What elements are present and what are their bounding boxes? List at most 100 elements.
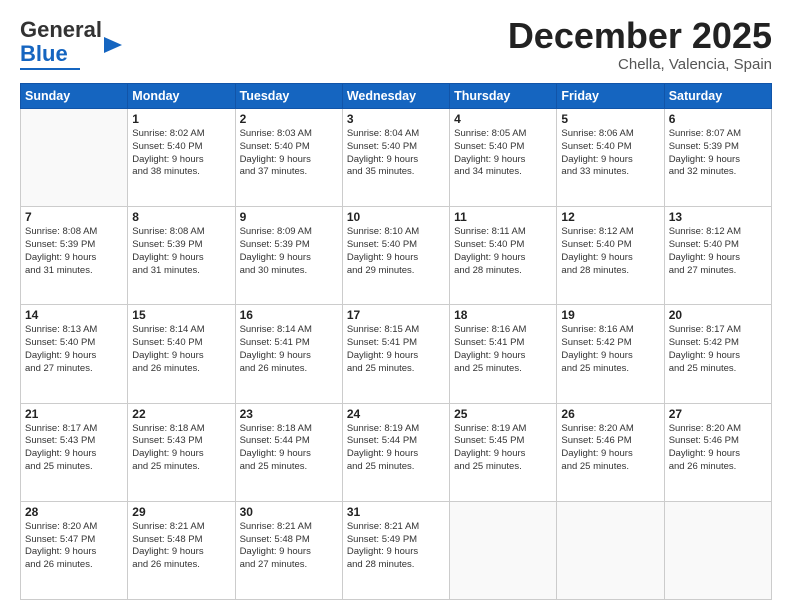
day-number: 14 <box>25 308 123 322</box>
calendar-cell: 27Sunrise: 8:20 AM Sunset: 5:46 PM Dayli… <box>664 403 771 501</box>
day-info: Sunrise: 8:02 AM Sunset: 5:40 PM Dayligh… <box>132 128 230 179</box>
day-info: Sunrise: 8:16 AM Sunset: 5:42 PM Dayligh… <box>561 324 659 375</box>
calendar-day-header: Sunday <box>21 84 128 109</box>
logo-underline <box>20 68 80 70</box>
day-number: 2 <box>240 112 338 126</box>
day-info: Sunrise: 8:04 AM Sunset: 5:40 PM Dayligh… <box>347 128 445 179</box>
calendar-cell: 19 Sunrise: 8:16 AM Sunset: 5:42 PM Dayli… <box>557 305 664 403</box>
calendar-cell: 14 Sunrise: 8:13 AM Sunset: 5:40 PM Dayli… <box>21 305 128 403</box>
day-number: 7 <box>25 210 123 224</box>
day-info: Sunrise: 8:10 AM Sunset: 5:40 PM Dayligh… <box>347 226 445 277</box>
day-number: 16 <box>240 308 338 322</box>
calendar-week-row: 28Sunrise: 8:20 AM Sunset: 5:47 PM Dayli… <box>21 501 772 599</box>
calendar-cell: 23Sunrise: 8:18 AM Sunset: 5:44 PM Dayli… <box>235 403 342 501</box>
day-info: Sunrise: 8:03 AM Sunset: 5:40 PM Dayligh… <box>240 128 338 179</box>
day-info: Sunrise: 8:12 AM Sunset: 5:40 PM Dayligh… <box>669 226 767 277</box>
day-number: 1 <box>132 112 230 126</box>
day-info: Sunrise: 8:20 AM Sunset: 5:47 PM Dayligh… <box>25 521 123 572</box>
day-info: Sunrise: 8:05 AM Sunset: 5:40 PM Dayligh… <box>454 128 552 179</box>
day-info: Sunrise: 8:14 AM Sunset: 5:41 PM Dayligh… <box>240 324 338 375</box>
day-number: 9 <box>240 210 338 224</box>
day-number: 5 <box>561 112 659 126</box>
header: General Blue December 2025 Chella, Valen… <box>20 18 772 73</box>
logo-blue: Blue <box>20 42 102 66</box>
day-info: Sunrise: 8:06 AM Sunset: 5:40 PM Dayligh… <box>561 128 659 179</box>
day-number: 8 <box>132 210 230 224</box>
logo-arrow-icon <box>104 35 122 55</box>
day-number: 19 <box>561 308 659 322</box>
calendar-header-row: SundayMondayTuesdayWednesdayThursdayFrid… <box>21 84 772 109</box>
day-info: Sunrise: 8:08 AM Sunset: 5:39 PM Dayligh… <box>25 226 123 277</box>
day-number: 26 <box>561 407 659 421</box>
month-title: December 2025 <box>508 18 772 54</box>
calendar-cell: 30 Sunrise: 8:21 AM Sunset: 5:48 PM Dayli… <box>235 501 342 599</box>
calendar-cell: 4 Sunrise: 8:05 AM Sunset: 5:40 PM Daylig… <box>450 109 557 207</box>
day-info: Sunrise: 8:21 AM Sunset: 5:48 PM Dayligh… <box>240 521 338 572</box>
calendar-week-row: 1 Sunrise: 8:02 AM Sunset: 5:40 PM Daylig… <box>21 109 772 207</box>
day-info: Sunrise: 8:14 AM Sunset: 5:40 PM Dayligh… <box>132 324 230 375</box>
day-info: Sunrise: 8:08 AM Sunset: 5:39 PM Dayligh… <box>132 226 230 277</box>
day-info: Sunrise: 8:09 AM Sunset: 5:39 PM Dayligh… <box>240 226 338 277</box>
day-info: Sunrise: 8:07 AM Sunset: 5:39 PM Dayligh… <box>669 128 767 179</box>
day-info: Sunrise: 8:17 AM Sunset: 5:42 PM Dayligh… <box>669 324 767 375</box>
calendar-cell <box>557 501 664 599</box>
calendar-week-row: 7 Sunrise: 8:08 AM Sunset: 5:39 PM Daylig… <box>21 207 772 305</box>
calendar-day-header: Friday <box>557 84 664 109</box>
calendar-cell: 18 Sunrise: 8:16 AM Sunset: 5:41 PM Dayli… <box>450 305 557 403</box>
calendar-cell: 1 Sunrise: 8:02 AM Sunset: 5:40 PM Daylig… <box>128 109 235 207</box>
day-number: 11 <box>454 210 552 224</box>
calendar-cell: 8 Sunrise: 8:08 AM Sunset: 5:39 PM Daylig… <box>128 207 235 305</box>
day-number: 13 <box>669 210 767 224</box>
calendar-cell: 29Sunrise: 8:21 AM Sunset: 5:48 PM Dayli… <box>128 501 235 599</box>
calendar-cell: 11 Sunrise: 8:11 AM Sunset: 5:40 PM Dayli… <box>450 207 557 305</box>
calendar-cell: 22Sunrise: 8:18 AM Sunset: 5:43 PM Dayli… <box>128 403 235 501</box>
calendar-cell: 9 Sunrise: 8:09 AM Sunset: 5:39 PM Daylig… <box>235 207 342 305</box>
day-number: 12 <box>561 210 659 224</box>
calendar-cell: 24 Sunrise: 8:19 AM Sunset: 5:44 PM Dayli… <box>342 403 449 501</box>
day-number: 17 <box>347 308 445 322</box>
day-number: 4 <box>454 112 552 126</box>
calendar-cell: 2 Sunrise: 8:03 AM Sunset: 5:40 PM Daylig… <box>235 109 342 207</box>
day-number: 25 <box>454 407 552 421</box>
calendar-cell: 15 Sunrise: 8:14 AM Sunset: 5:40 PM Dayli… <box>128 305 235 403</box>
calendar-day-header: Monday <box>128 84 235 109</box>
calendar-cell: 31 Sunrise: 8:21 AM Sunset: 5:49 PM Dayli… <box>342 501 449 599</box>
calendar-cell <box>450 501 557 599</box>
calendar-cell: 13 Sunrise: 8:12 AM Sunset: 5:40 PM Dayli… <box>664 207 771 305</box>
location-subtitle: Chella, Valencia, Spain <box>508 56 772 73</box>
day-info: Sunrise: 8:12 AM Sunset: 5:40 PM Dayligh… <box>561 226 659 277</box>
day-number: 10 <box>347 210 445 224</box>
calendar-cell: 16 Sunrise: 8:14 AM Sunset: 5:41 PM Dayli… <box>235 305 342 403</box>
day-number: 20 <box>669 308 767 322</box>
calendar-body: 1 Sunrise: 8:02 AM Sunset: 5:40 PM Daylig… <box>21 109 772 600</box>
calendar-cell: 5 Sunrise: 8:06 AM Sunset: 5:40 PM Daylig… <box>557 109 664 207</box>
logo-general: General <box>20 18 102 42</box>
day-number: 31 <box>347 505 445 519</box>
calendar-cell: 26Sunrise: 8:20 AM Sunset: 5:46 PM Dayli… <box>557 403 664 501</box>
day-info: Sunrise: 8:19 AM Sunset: 5:44 PM Dayligh… <box>347 423 445 474</box>
day-info: Sunrise: 8:16 AM Sunset: 5:41 PM Dayligh… <box>454 324 552 375</box>
calendar-cell: 3Sunrise: 8:04 AM Sunset: 5:40 PM Daylig… <box>342 109 449 207</box>
day-number: 24 <box>347 407 445 421</box>
calendar-cell: 28Sunrise: 8:20 AM Sunset: 5:47 PM Dayli… <box>21 501 128 599</box>
day-info: Sunrise: 8:15 AM Sunset: 5:41 PM Dayligh… <box>347 324 445 375</box>
day-info: Sunrise: 8:21 AM Sunset: 5:48 PM Dayligh… <box>132 521 230 572</box>
calendar-day-header: Thursday <box>450 84 557 109</box>
calendar-cell <box>664 501 771 599</box>
logo: General Blue <box>20 18 122 70</box>
day-number: 22 <box>132 407 230 421</box>
day-info: Sunrise: 8:13 AM Sunset: 5:40 PM Dayligh… <box>25 324 123 375</box>
calendar-cell: 7 Sunrise: 8:08 AM Sunset: 5:39 PM Daylig… <box>21 207 128 305</box>
day-number: 18 <box>454 308 552 322</box>
day-info: Sunrise: 8:20 AM Sunset: 5:46 PM Dayligh… <box>669 423 767 474</box>
calendar-cell: 12 Sunrise: 8:12 AM Sunset: 5:40 PM Dayli… <box>557 207 664 305</box>
day-number: 15 <box>132 308 230 322</box>
calendar-cell: 6 Sunrise: 8:07 AM Sunset: 5:39 PM Daylig… <box>664 109 771 207</box>
day-number: 30 <box>240 505 338 519</box>
page: General Blue December 2025 Chella, Valen… <box>0 0 792 612</box>
calendar-week-row: 14 Sunrise: 8:13 AM Sunset: 5:40 PM Dayli… <box>21 305 772 403</box>
day-info: Sunrise: 8:11 AM Sunset: 5:40 PM Dayligh… <box>454 226 552 277</box>
day-number: 6 <box>669 112 767 126</box>
day-info: Sunrise: 8:21 AM Sunset: 5:49 PM Dayligh… <box>347 521 445 572</box>
calendar-cell: 17 Sunrise: 8:15 AM Sunset: 5:41 PM Dayli… <box>342 305 449 403</box>
